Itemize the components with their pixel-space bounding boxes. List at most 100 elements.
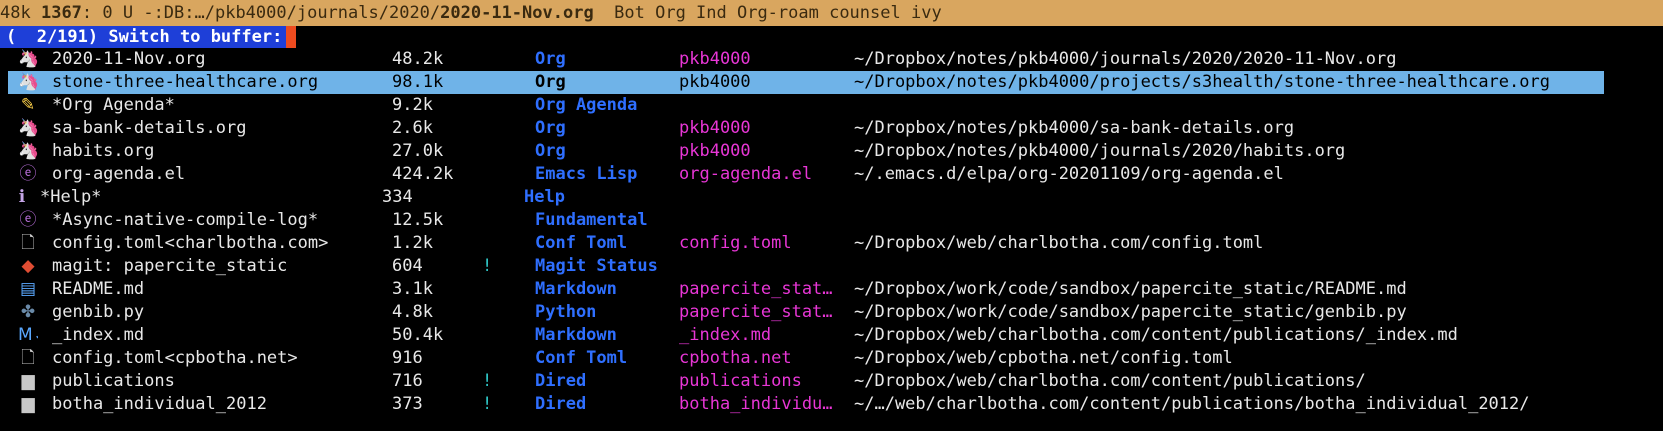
major-mode: Emacs Lisp bbox=[535, 164, 638, 184]
buffer-size: 50.4k bbox=[392, 325, 444, 345]
project-name: publications bbox=[679, 371, 802, 391]
org-unicorn-icon: 🦄 bbox=[18, 72, 38, 92]
buffer-name: sa-bank-details.org bbox=[52, 118, 247, 138]
project-name: botha_individu… bbox=[679, 394, 833, 414]
buffer-name: config.toml<charlbotha.com> bbox=[52, 233, 329, 253]
switch-buffer-prompt: ( 2/191) Switch to buffer: bbox=[0, 26, 287, 48]
buffer-name: botha_individual_2012 bbox=[52, 394, 267, 414]
major-mode: Conf Toml bbox=[535, 348, 628, 368]
project-name: _index.md bbox=[679, 325, 772, 345]
buffer-candidate-row[interactable]: ▆ botha_individual_2012 373! Dired botha_ind… bbox=[0, 393, 1663, 416]
buffer-name: _index.md bbox=[52, 325, 145, 345]
buffer-size: 48k bbox=[0, 3, 31, 23]
agenda-icon: ✎ bbox=[20, 95, 36, 115]
major-mode: Markdown bbox=[535, 325, 617, 345]
buffer-name: README.md bbox=[52, 279, 145, 299]
modified-flag: ! bbox=[482, 371, 493, 391]
buffer-candidate-row[interactable]: ⓔ org-agenda.el 424.2k Emacs Lisp org-agenda… bbox=[0, 163, 1663, 186]
buffer-size: 27.0k bbox=[392, 141, 444, 161]
emacs-icon: ⓔ bbox=[19, 164, 37, 184]
buffer-size: 48.2k bbox=[392, 49, 444, 69]
file-icon: 🗋 bbox=[21, 233, 35, 253]
major-mode: Org bbox=[535, 118, 566, 138]
python-icon: ✤ bbox=[20, 302, 36, 322]
file-path: ~/Dropbox/web/charlbotha.com/config.toml bbox=[854, 233, 1264, 253]
buffer-size: 12.5k bbox=[392, 210, 444, 230]
buffer-state: : 0 U -:DB:…/pkb4000/journals/2020/ bbox=[81, 3, 441, 23]
buffer-name: config.toml<cpbotha.net> bbox=[52, 348, 298, 368]
project-name: pkb4000 bbox=[679, 72, 751, 92]
file-path: ~/Dropbox/web/charlbotha.com/content/pub… bbox=[854, 325, 1458, 345]
modified-flag: ! bbox=[482, 256, 493, 276]
buffer-candidate-row[interactable]: ▤ README.md 3.1k Markdown papercite_stat… ~/D… bbox=[0, 278, 1663, 301]
buffer-name: org-agenda.el bbox=[52, 164, 186, 184]
org-unicorn-icon: 🦄 bbox=[18, 49, 38, 69]
buffer-size: 4.8k bbox=[392, 302, 433, 322]
buffer-candidate-row[interactable]: ✤ genbib.py 4.8k Python papercite_stat… ~/Dro… bbox=[0, 301, 1663, 324]
buffer-candidate-list: 🦄 2020-11-Nov.org 48.2k Org pkb4000 ~/Dropbox… bbox=[0, 48, 1663, 416]
buffer-name: *Help* bbox=[40, 187, 102, 207]
buffer-size: 916 bbox=[392, 348, 423, 368]
buffer-name: *Async-native-compile-log* bbox=[52, 210, 319, 230]
file-path: ~/.emacs.d/elpa/org-20201109/org-agenda.… bbox=[854, 164, 1284, 184]
project-name: pkb4000 bbox=[679, 118, 751, 138]
buffer-candidate-row[interactable]: 🦄 stone-three-healthcare.org 98.1k Org pkb40… bbox=[0, 71, 1663, 94]
file-icon: 🗋 bbox=[21, 348, 35, 368]
file-path: ~/Dropbox/notes/pkb4000/journals/2020/ha… bbox=[854, 141, 1346, 161]
folder-icon: ▆ bbox=[21, 371, 35, 391]
file-path: ~/Dropbox/web/charlbotha.com/content/pub… bbox=[854, 371, 1366, 391]
file-path: ~/Dropbox/notes/pkb4000/journals/2020/20… bbox=[854, 49, 1397, 69]
buffer-candidate-row[interactable]: 🦄 2020-11-Nov.org 48.2k Org pkb4000 ~/Dropbox… bbox=[0, 48, 1663, 71]
minibuffer-prompt-line[interactable]: ( 2/191) Switch to buffer: bbox=[0, 26, 1663, 48]
line-number: 1367 bbox=[40, 3, 82, 23]
major-mode: Markdown bbox=[535, 279, 617, 299]
org-unicorn-icon: 🦄 bbox=[18, 141, 38, 161]
buffer-candidate-row[interactable]: M↓ _index.md 50.4k Markdown _index.md ~/Dropb… bbox=[0, 324, 1663, 347]
project-name: papercite_stat… bbox=[679, 302, 833, 322]
buffer-candidate-row[interactable]: 🗋 config.toml<charlbotha.com> 1.2k Conf Tom… bbox=[0, 232, 1663, 255]
buffer-name: habits.org bbox=[52, 141, 155, 161]
emacs-icon: ⓔ bbox=[19, 210, 37, 230]
buffer-candidate-row[interactable]: 🦄 sa-bank-details.org 2.6k Org pkb4000 ~/Drop… bbox=[0, 117, 1663, 140]
org-unicorn-icon: 🦄 bbox=[18, 118, 38, 138]
major-mode: Org bbox=[535, 49, 566, 69]
buffer-candidate-row[interactable]: ⓔ *Async-native-compile-log* 12.5k Fundamen… bbox=[0, 209, 1663, 232]
major-mode: Dired bbox=[535, 394, 587, 414]
major-mode: Python bbox=[535, 302, 597, 322]
buffer-candidate-row[interactable]: 🦄 habits.org 27.0k Org pkb4000 ~/Dropbox/note… bbox=[0, 140, 1663, 163]
file-path: ~/Dropbox/notes/pkb4000/projects/s3healt… bbox=[854, 72, 1550, 92]
buffer-candidate-row[interactable]: 🗋 config.toml<cpbotha.net> 916 Conf Toml cpb… bbox=[0, 347, 1663, 370]
text-cursor bbox=[286, 26, 297, 48]
buffer-size: 1.2k bbox=[392, 233, 433, 253]
project-name: pkb4000 bbox=[679, 49, 751, 69]
buffer-candidate-row[interactable]: ℹ *Help* 334 Help bbox=[0, 186, 1663, 209]
major-mode: Dired bbox=[535, 371, 587, 391]
project-name: cpbotha.net bbox=[679, 348, 792, 368]
markdown-icon: M↓ bbox=[18, 325, 38, 345]
buffer-size: 424.2k bbox=[392, 164, 454, 184]
project-name: pkb4000 bbox=[679, 141, 751, 161]
buffer-size: 3.1k bbox=[392, 279, 433, 299]
file-path: ~/Dropbox/work/code/sandbox/papercite_st… bbox=[854, 279, 1407, 299]
major-mode: Org Agenda bbox=[535, 95, 638, 115]
buffer-name: *Org Agenda* bbox=[52, 95, 175, 115]
buffer-candidate-row[interactable]: ▆ publications 716! Dired publications ~/Drop… bbox=[0, 370, 1663, 393]
project-name: org-agenda.el bbox=[679, 164, 813, 184]
file-path: ~/Dropbox/work/code/sandbox/papercite_st… bbox=[854, 302, 1407, 322]
folder-icon: ▆ bbox=[21, 394, 35, 414]
project-name: config.toml bbox=[679, 233, 792, 253]
major-mode: Org bbox=[535, 72, 566, 92]
buffer-candidate-row[interactable]: ◆ magit: papercite_static 604! Magit Status bbox=[0, 255, 1663, 278]
major-mode: Help bbox=[524, 187, 565, 207]
mode-line: 48k 1367: 0 U -:DB:…/pkb4000/journals/20… bbox=[0, 0, 1663, 26]
buffer-candidate-row[interactable]: ✎ *Org Agenda* 9.2k Org Agenda bbox=[0, 94, 1663, 117]
buffer-size: 2.6k bbox=[392, 118, 433, 138]
major-mode: Conf Toml bbox=[535, 233, 628, 253]
project-name: papercite_stat… bbox=[679, 279, 833, 299]
buffer-name: publications bbox=[52, 371, 175, 391]
buffer-size: 373 bbox=[392, 394, 423, 414]
buffer-size: 9.2k bbox=[392, 95, 433, 115]
active-modes: Bot Org Ind Org-roam counsel ivy bbox=[593, 3, 942, 23]
file-path: ~/…/web/charlbotha.com/content/publicati… bbox=[854, 394, 1530, 414]
major-mode: Org bbox=[535, 141, 566, 161]
